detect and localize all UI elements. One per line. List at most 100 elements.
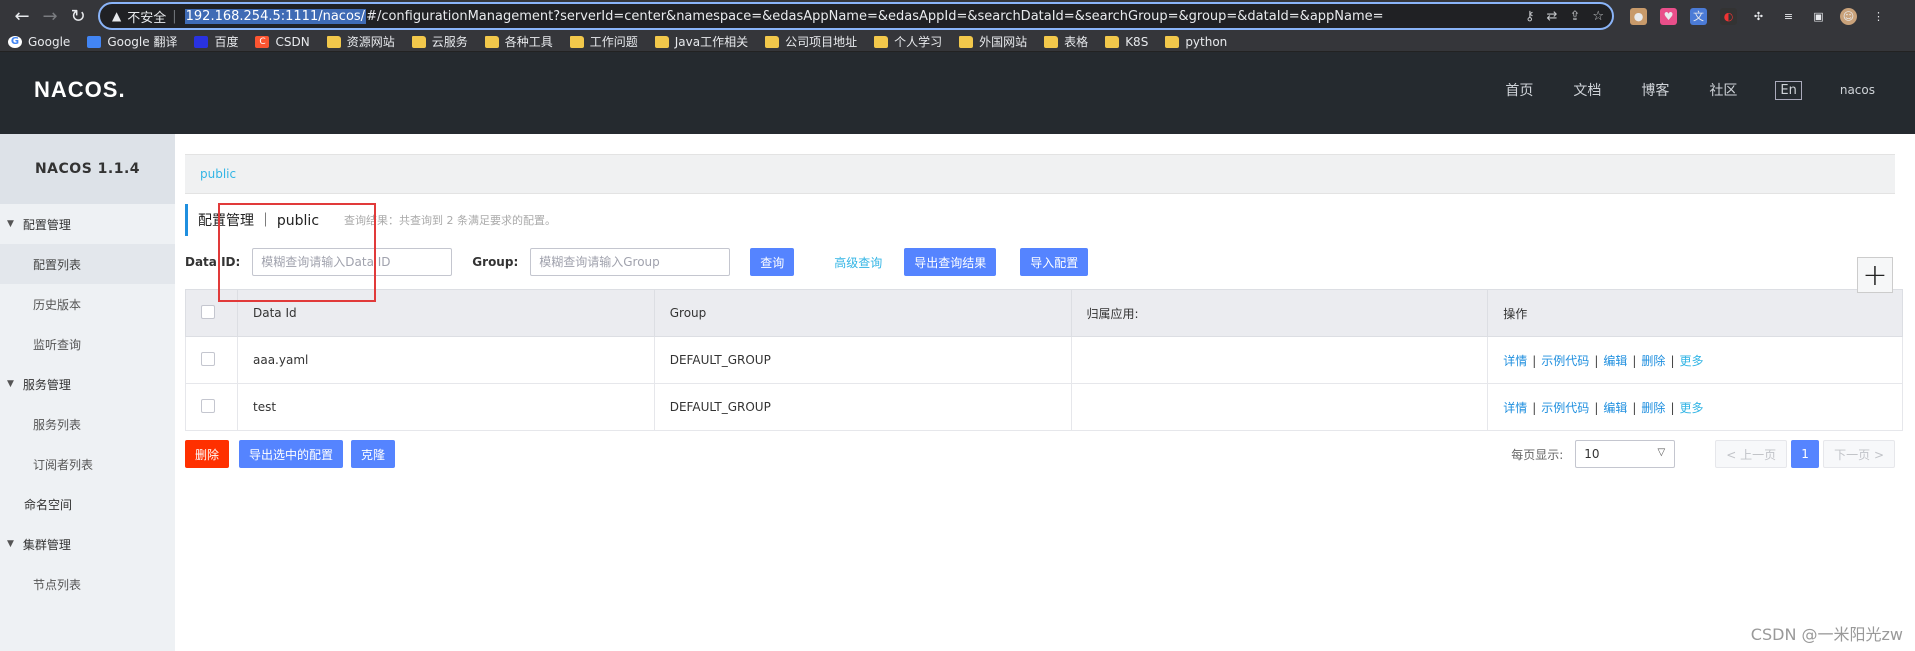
star-icon[interactable]: ☆ bbox=[1592, 9, 1604, 24]
bookmark-item[interactable]: 表格 bbox=[1044, 33, 1088, 50]
share-icon[interactable]: ⇪ bbox=[1569, 9, 1580, 24]
detail-link[interactable]: 详情 bbox=[1503, 354, 1527, 368]
bookmark-item[interactable]: python bbox=[1165, 35, 1227, 49]
bookmark-item[interactable]: 公司项目地址 bbox=[765, 33, 857, 50]
table-footer: 删除 导出选中的配置 克隆 每页显示: 10 ▽ < 上一页 1 下一页 > bbox=[185, 440, 1905, 468]
sidebar-item-service-list[interactable]: 服务列表 bbox=[0, 404, 175, 444]
clone-button[interactable]: 克隆 bbox=[351, 440, 396, 468]
bookmark-item[interactable]: 各种工具 bbox=[484, 33, 553, 50]
bookmarks-bar: G Google Google 翻译 百度 C CSDN 资源网站 云服务 各种工具 工作问题 Ja… bbox=[0, 32, 1915, 52]
sidebar-item-history[interactable]: 历史版本 bbox=[0, 284, 175, 324]
namespace-tab-public[interactable]: public bbox=[200, 167, 236, 181]
sidebar-group-label: 集群管理 bbox=[22, 537, 71, 552]
sidebar-group-cluster[interactable]: ▼ 集群管理 bbox=[0, 524, 175, 564]
row-select-cell bbox=[185, 383, 238, 431]
nav-blog[interactable]: 博客 bbox=[1641, 80, 1669, 100]
prev-page-button[interactable]: < 上一页 bbox=[1715, 440, 1788, 468]
language-toggle[interactable]: En bbox=[1775, 80, 1802, 100]
sidepanel-icon[interactable]: ▣ bbox=[1810, 8, 1827, 25]
caret-down-icon: ▼ bbox=[7, 219, 14, 229]
sidebar-group-label: 配置管理 bbox=[22, 217, 71, 232]
sample-code-link[interactable]: 示例代码 bbox=[1541, 401, 1589, 415]
edit-link[interactable]: 编辑 bbox=[1603, 401, 1627, 415]
extension-avatar-icon[interactable]: ● bbox=[1630, 7, 1647, 25]
more-link[interactable]: 更多 bbox=[1679, 401, 1703, 415]
forward-icon[interactable]: → bbox=[36, 2, 64, 30]
bookmark-item[interactable]: 百度 bbox=[194, 33, 238, 50]
extension-translate-icon[interactable]: 文 bbox=[1690, 7, 1707, 25]
bookmark-label: python bbox=[1185, 34, 1228, 49]
folder-icon bbox=[569, 35, 584, 48]
bookmark-item[interactable]: Google 翻译 bbox=[87, 33, 177, 50]
bookmark-item[interactable]: K8S bbox=[1105, 35, 1148, 49]
search-button[interactable]: 查询 bbox=[750, 248, 795, 276]
bookmark-label: 个人学习 bbox=[894, 35, 943, 49]
delete-link[interactable]: 删除 bbox=[1641, 401, 1665, 415]
bookmark-item[interactable]: 个人学习 bbox=[874, 33, 942, 50]
advanced-search-link[interactable]: 高级查询 bbox=[834, 254, 882, 271]
bookmark-item[interactable]: 资源网站 bbox=[326, 33, 395, 50]
import-config-button[interactable]: 导入配置 bbox=[1020, 248, 1089, 276]
next-page-button[interactable]: 下一页 > bbox=[1823, 440, 1895, 468]
extension-circle-icon[interactable]: ◐ bbox=[1720, 7, 1737, 25]
translate-page-icon[interactable]: ⇄ bbox=[1547, 9, 1558, 24]
reload-icon[interactable]: ↻ bbox=[64, 2, 92, 30]
page-1-button[interactable]: 1 bbox=[1791, 440, 1820, 468]
baidu-icon bbox=[194, 35, 209, 48]
key-icon[interactable]: ⚷ bbox=[1525, 9, 1535, 24]
sidebar-group-config[interactable]: ▼ 配置管理 bbox=[0, 204, 175, 244]
puzzle-icon[interactable]: ✣ bbox=[1750, 8, 1767, 25]
user-name[interactable]: nacos bbox=[1840, 83, 1875, 97]
media-icon[interactable]: ≡ bbox=[1780, 8, 1797, 25]
folder-icon bbox=[484, 35, 499, 48]
bookmark-item[interactable]: 外国网站 bbox=[959, 33, 1027, 50]
config-table: Data Id Group 归属应用: 操作 aaa.yaml DEFAULT_… bbox=[185, 289, 1903, 431]
group-input[interactable] bbox=[530, 248, 731, 276]
row-checkbox[interactable] bbox=[201, 398, 215, 413]
bookmark-item[interactable]: 工作问题 bbox=[569, 33, 638, 50]
edit-link[interactable]: 编辑 bbox=[1603, 354, 1627, 368]
sidebar-item-subscribers[interactable]: 订阅者列表 bbox=[0, 444, 175, 484]
bookmark-item[interactable]: Java工作相关 bbox=[654, 33, 749, 50]
sidebar-item-listener[interactable]: 监听查询 bbox=[0, 324, 175, 364]
menu-kebab-icon[interactable]: ⋮ bbox=[1870, 8, 1887, 25]
bookmark-item[interactable]: C CSDN bbox=[255, 35, 310, 49]
address-bar[interactable]: ▲ 不安全 | 192.168.254.5:1111/nacos/ #/conf… bbox=[98, 2, 1614, 30]
delete-link[interactable]: 删除 bbox=[1641, 354, 1665, 368]
sidebar-title: NACOS 1.1.4 bbox=[0, 134, 175, 204]
extension-pocket-icon[interactable]: ♥ bbox=[1660, 7, 1677, 25]
column-header: 归属应用: bbox=[1070, 289, 1489, 337]
profile-avatar-icon[interactable]: ☺ bbox=[1840, 7, 1857, 25]
row-checkbox[interactable] bbox=[201, 351, 215, 366]
add-config-button[interactable]: + bbox=[1857, 257, 1893, 293]
detail-link[interactable]: 详情 bbox=[1503, 401, 1527, 415]
sidebar-item-config-list[interactable]: 配置列表 bbox=[0, 244, 175, 284]
top-nav: 首页 文档 博客 社区 En nacos bbox=[1465, 80, 1875, 100]
page-size-select[interactable]: 10 ▽ bbox=[1575, 440, 1676, 468]
more-link[interactable]: 更多 bbox=[1679, 354, 1703, 368]
column-header: Group bbox=[653, 289, 1072, 337]
sidebar-item-nodes[interactable]: 节点列表 bbox=[0, 564, 175, 604]
sample-code-link[interactable]: 示例代码 bbox=[1541, 354, 1589, 368]
export-selected-button[interactable]: 导出选中的配置 bbox=[239, 440, 344, 468]
app-cell bbox=[1070, 383, 1489, 431]
select-all-checkbox[interactable] bbox=[201, 304, 215, 319]
nav-home[interactable]: 首页 bbox=[1505, 80, 1533, 100]
sidebar-item-namespace[interactable]: 命名空间 bbox=[0, 484, 175, 524]
back-icon[interactable]: ← bbox=[8, 2, 36, 30]
bookmark-label: 百度 bbox=[214, 35, 239, 49]
bookmark-item[interactable]: G Google bbox=[8, 35, 70, 49]
bookmark-label: 资源网站 bbox=[346, 35, 395, 49]
delete-selected-button[interactable]: 删除 bbox=[185, 440, 230, 468]
export-query-button[interactable]: 导出查询结果 bbox=[904, 248, 997, 276]
sidebar-group-service[interactable]: ▼ 服务管理 bbox=[0, 364, 175, 404]
nav-docs[interactable]: 文档 bbox=[1573, 80, 1601, 100]
folder-icon bbox=[1165, 35, 1180, 48]
data-id-input[interactable] bbox=[252, 248, 453, 276]
browser-toolbar: ← → ↻ ▲ 不安全 | 192.168.254.5:1111/nacos/ … bbox=[0, 0, 1915, 32]
bookmark-label: Java工作相关 bbox=[674, 35, 749, 49]
nav-community[interactable]: 社区 bbox=[1709, 80, 1737, 100]
table-header-row: Data Id Group 归属应用: 操作 bbox=[185, 289, 1903, 337]
app-header: NACOS. 首页 文档 博客 社区 En nacos bbox=[0, 52, 1915, 134]
bookmark-item[interactable]: 云服务 bbox=[411, 33, 468, 50]
